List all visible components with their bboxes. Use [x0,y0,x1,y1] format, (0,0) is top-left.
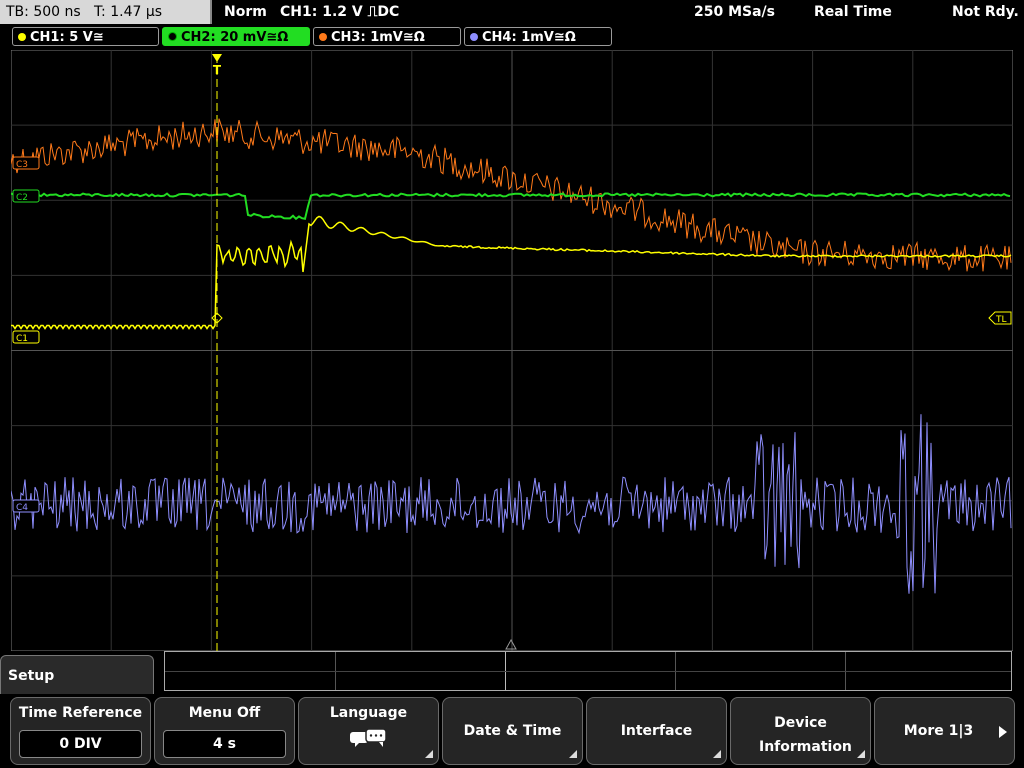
ch3-color-dot [319,32,327,41]
channel-label: CH4: 1mV≅Ω [482,30,576,45]
channel-label: CH3: 1mV≅Ω [331,30,425,45]
submenu-indicator-icon [425,750,433,758]
ch1-color-dot [18,32,26,41]
speech-bubbles-icon [350,728,387,747]
language-button[interactable]: Language [298,697,439,765]
waveform-display[interactable]: T C3 C2 C1 C4 TL [11,50,1013,651]
more-button[interactable]: More 1|3 [874,697,1015,765]
timebase: TB: 500 ns [6,4,81,20]
timeline-midline [165,671,1011,672]
ch4-color-dot [470,32,478,41]
device-information-button[interactable]: Device Information [730,697,871,765]
trigger-mode[interactable]: Norm [224,0,267,24]
date-time-button[interactable]: Date & Time [442,697,583,765]
softkey-label: More 1|3 [903,723,974,739]
menu-title: Setup [8,668,55,684]
softkey-label: Menu Off [188,705,261,721]
ch2-color-dot [168,32,177,41]
channel-bar: CH1: 5 V≅ CH2: 20 mV≅Ω CH3: 1mV≅Ω CH4: 1… [0,26,1024,48]
submenu-indicator-icon [857,750,865,758]
interface-button[interactable]: Interface [586,697,727,765]
ch2-offset-marker[interactable]: C2 [12,189,40,203]
softkey-label: Language [329,705,408,721]
ch4-marker-label: C4 [16,503,28,513]
ch3-offset-marker[interactable]: C3 [12,156,40,170]
trigger-level-label: TL [995,315,1007,325]
status-bar: TB: 500 ns T: 1.47 µs Norm CH1: 1.2 V ⎍D… [0,0,1024,26]
ch3-marker-label: C3 [16,160,28,170]
softkey-label: Interface [620,723,693,739]
submenu-indicator-icon [569,750,577,758]
menu-off-button[interactable]: Menu Off 4 s [154,697,295,765]
timeline-overview [164,651,1012,691]
channel-tab-ch4[interactable]: CH4: 1mV≅Ω [464,27,612,46]
ch1-marker-label: C1 [16,334,28,344]
softkey-label: Time Reference [18,705,143,721]
menu-off-value[interactable]: 4 s [163,730,286,758]
ch4-offset-marker[interactable]: C4 [12,499,40,513]
trigger-pos-label: T [213,63,222,77]
next-page-icon [999,726,1007,738]
channel-tab-ch2[interactable]: CH2: 20 mV≅Ω [162,27,310,46]
time-reference-button[interactable]: Time Reference 0 DIV [10,697,151,765]
channel-label: CH2: 20 mV≅Ω [181,30,289,45]
ch1-offset-marker[interactable]: C1 [12,330,40,344]
trigger-setting[interactable]: CH1: 1.2 V ⎍DC [280,0,399,24]
trigger-time: T: 1.47 µs [94,4,163,20]
submenu-indicator-icon [713,750,721,758]
acquisition-mode[interactable]: Real Time [814,0,892,24]
softkey-label: Device Information [759,715,852,755]
sample-rate: 250 MSa/s [694,4,776,20]
timebase-readout[interactable]: TB: 500 ns T: 1.47 µs [0,0,212,24]
time-reference-value[interactable]: 0 DIV [19,730,142,758]
softkey-label: Date & Time [463,723,562,739]
acquisition-state: Not Rdy. [952,4,1019,20]
channel-label: CH1: 5 V≅ [30,30,104,45]
channel-tab-ch1[interactable]: CH1: 5 V≅ [12,27,159,46]
channel-tab-ch3[interactable]: CH3: 1mV≅Ω [313,27,461,46]
ch2-marker-label: C2 [16,193,28,203]
